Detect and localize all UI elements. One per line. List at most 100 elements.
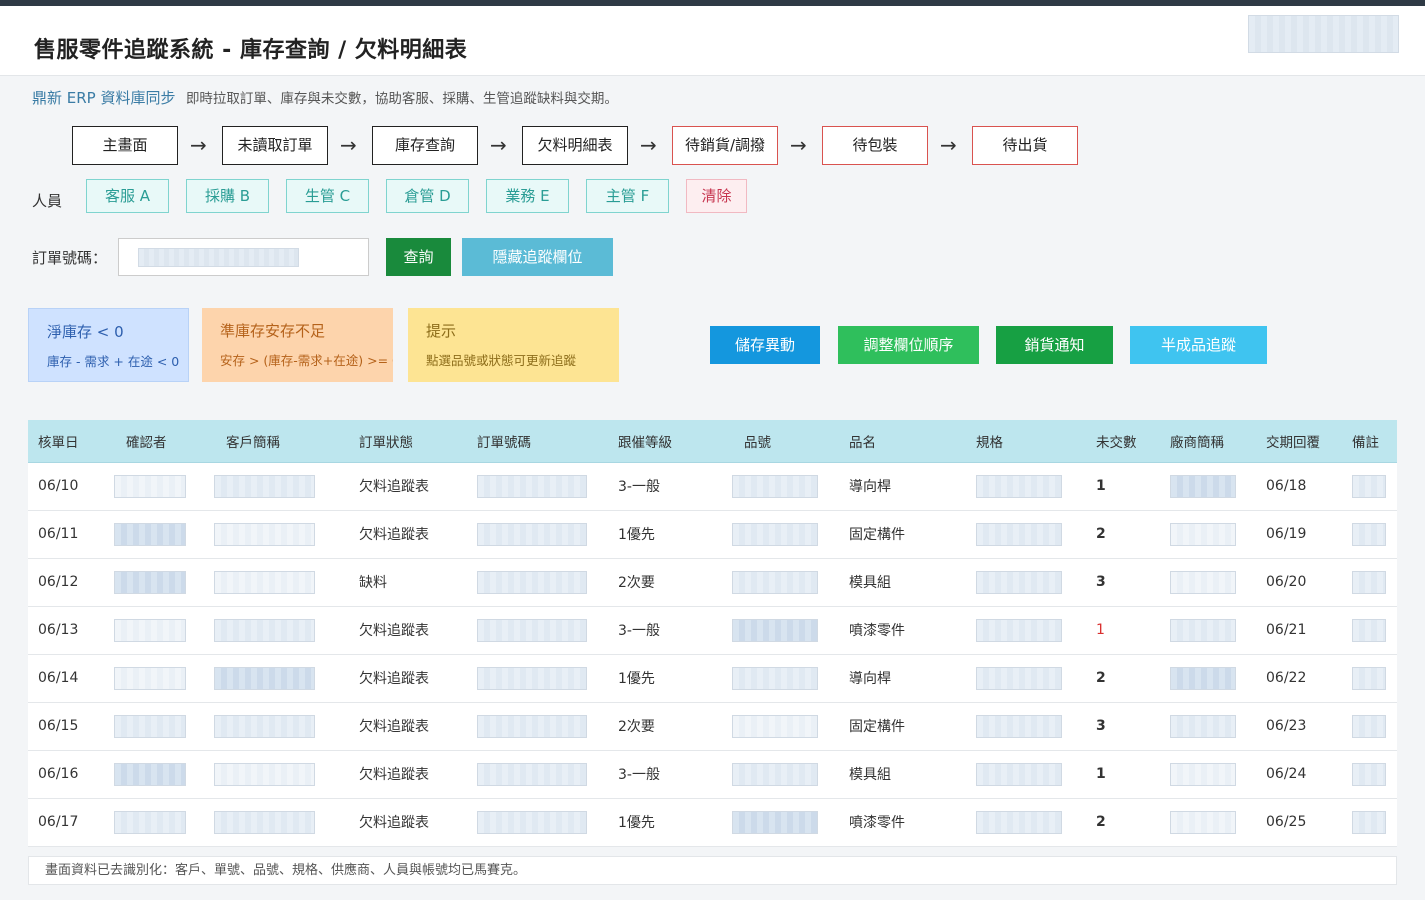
- staff-button-manager[interactable]: 主管 F: [586, 179, 669, 213]
- flow-step-pending-sales[interactable]: 待銷貨/調撥: [672, 126, 778, 165]
- cell-spec-masked[interactable]: [966, 702, 1086, 751]
- cell-order-status[interactable]: 欠料追蹤表: [349, 702, 467, 751]
- table-row[interactable]: 06/14 欠料追蹤表 1優先 導向桿 2 06/22: [28, 654, 1397, 703]
- cell-confirmer-masked[interactable]: [114, 702, 216, 751]
- cell-remark-masked[interactable]: [1342, 606, 1397, 655]
- cell-customer-masked[interactable]: [214, 654, 349, 703]
- column-header[interactable]: 交期回覆: [1256, 420, 1342, 463]
- user-account-masked[interactable]: [1248, 15, 1399, 53]
- cell-part-number-masked[interactable]: [732, 510, 839, 559]
- column-header[interactable]: 跟催等級: [608, 420, 734, 463]
- cell-customer-masked[interactable]: [214, 558, 349, 607]
- cell-vendor-masked[interactable]: [1160, 510, 1256, 559]
- cell-order-number-masked[interactable]: [467, 606, 608, 655]
- flow-step-shortage-list[interactable]: 欠料明細表: [522, 126, 628, 165]
- staff-button-production[interactable]: 生管 C: [286, 179, 369, 213]
- cell-remark-masked[interactable]: [1342, 510, 1397, 559]
- flow-step-main[interactable]: 主畫面: [72, 126, 178, 165]
- cell-customer-masked[interactable]: [214, 510, 349, 559]
- cell-remark-masked[interactable]: [1342, 798, 1397, 847]
- cell-order-status[interactable]: 欠料追蹤表: [349, 462, 467, 511]
- cell-confirmer-masked[interactable]: [114, 510, 216, 559]
- cell-spec-masked[interactable]: [966, 654, 1086, 703]
- table-row[interactable]: 06/17 欠料追蹤表 1優先 噴漆零件 2 06/25: [28, 798, 1397, 847]
- cell-part-number-masked[interactable]: [732, 606, 839, 655]
- cell-order-status[interactable]: 缺料: [349, 558, 467, 607]
- table-row[interactable]: 06/10 欠料追蹤表 3-一般 導向桿 1 06/18: [28, 462, 1397, 511]
- cell-order-status[interactable]: 欠料追蹤表: [349, 510, 467, 559]
- cell-vendor-masked[interactable]: [1160, 462, 1256, 511]
- column-header[interactable]: 客戶簡稱: [216, 420, 349, 463]
- cell-confirmer-masked[interactable]: [114, 558, 216, 607]
- cell-order-number-masked[interactable]: [467, 654, 608, 703]
- cell-customer-masked[interactable]: [214, 462, 349, 511]
- cell-part-number-masked[interactable]: [732, 798, 839, 847]
- cell-order-number-masked[interactable]: [467, 510, 608, 559]
- cell-vendor-masked[interactable]: [1160, 558, 1256, 607]
- table-row[interactable]: 06/12 缺料 2次要 模具組 3 06/20: [28, 558, 1397, 607]
- staff-clear-button[interactable]: 清除: [686, 179, 747, 213]
- cell-confirmer-masked[interactable]: [114, 462, 216, 511]
- sales-notice-button[interactable]: 銷貨通知: [996, 326, 1113, 364]
- column-header[interactable]: 核單日: [28, 420, 116, 463]
- cell-remark-masked[interactable]: [1342, 750, 1397, 799]
- cell-remark-masked[interactable]: [1342, 702, 1397, 751]
- column-header[interactable]: 未交數: [1086, 420, 1160, 463]
- cell-order-status[interactable]: 欠料追蹤表: [349, 798, 467, 847]
- table-row[interactable]: 06/11 欠料追蹤表 1優先 固定構件 2 06/19: [28, 510, 1397, 559]
- cell-part-number-masked[interactable]: [732, 702, 839, 751]
- cell-remark-masked[interactable]: [1342, 462, 1397, 511]
- cell-spec-masked[interactable]: [966, 462, 1086, 511]
- cell-customer-masked[interactable]: [214, 798, 349, 847]
- cell-order-status[interactable]: 欠料追蹤表: [349, 654, 467, 703]
- column-header[interactable]: 確認者: [116, 420, 216, 463]
- column-header[interactable]: 品號: [734, 420, 839, 463]
- save-changes-button[interactable]: 儲存異動: [710, 326, 820, 364]
- cell-vendor-masked[interactable]: [1160, 606, 1256, 655]
- query-button[interactable]: 查詢: [386, 238, 451, 276]
- flow-step-unread-orders[interactable]: 未讀取訂單: [222, 126, 328, 165]
- column-header[interactable]: 訂單狀態: [349, 420, 467, 463]
- semi-finished-tracking-button[interactable]: 半成品追蹤: [1130, 326, 1267, 364]
- column-header[interactable]: 備註: [1342, 420, 1397, 463]
- column-header[interactable]: 訂單號碼: [467, 420, 608, 463]
- cell-customer-masked[interactable]: [214, 606, 349, 655]
- order-number-input[interactable]: [118, 238, 369, 276]
- staff-button-warehouse[interactable]: 倉管 D: [386, 179, 469, 213]
- cell-order-number-masked[interactable]: [467, 798, 608, 847]
- staff-button-purchasing[interactable]: 採購 B: [186, 179, 269, 213]
- column-header[interactable]: 廠商簡稱: [1160, 420, 1256, 463]
- cell-vendor-masked[interactable]: [1160, 750, 1256, 799]
- cell-spec-masked[interactable]: [966, 510, 1086, 559]
- reorder-columns-button[interactable]: 調整欄位順序: [838, 326, 979, 364]
- cell-customer-masked[interactable]: [214, 750, 349, 799]
- cell-spec-masked[interactable]: [966, 798, 1086, 847]
- cell-remark-masked[interactable]: [1342, 654, 1397, 703]
- cell-spec-masked[interactable]: [966, 606, 1086, 655]
- table-row[interactable]: 06/15 欠料追蹤表 2次要 固定構件 3 06/23: [28, 702, 1397, 751]
- cell-vendor-masked[interactable]: [1160, 702, 1256, 751]
- cell-order-status[interactable]: 欠料追蹤表: [349, 606, 467, 655]
- cell-order-status[interactable]: 欠料追蹤表: [349, 750, 467, 799]
- cell-part-number-masked[interactable]: [732, 462, 839, 511]
- cell-remark-masked[interactable]: [1342, 558, 1397, 607]
- column-header[interactable]: 規格: [966, 420, 1086, 463]
- cell-confirmer-masked[interactable]: [114, 750, 216, 799]
- cell-spec-masked[interactable]: [966, 750, 1086, 799]
- cell-confirmer-masked[interactable]: [114, 798, 216, 847]
- cell-order-number-masked[interactable]: [467, 702, 608, 751]
- cell-confirmer-masked[interactable]: [114, 606, 216, 655]
- column-header[interactable]: 品名: [839, 420, 966, 463]
- flow-step-inventory[interactable]: 庫存查詢: [372, 126, 478, 165]
- cell-confirmer-masked[interactable]: [114, 654, 216, 703]
- cell-customer-masked[interactable]: [214, 702, 349, 751]
- cell-vendor-masked[interactable]: [1160, 798, 1256, 847]
- table-row[interactable]: 06/16 欠料追蹤表 3-一般 模具組 1 06/24: [28, 750, 1397, 799]
- cell-part-number-masked[interactable]: [732, 558, 839, 607]
- cell-order-number-masked[interactable]: [467, 750, 608, 799]
- staff-button-service[interactable]: 客服 A: [86, 179, 169, 213]
- hide-tracking-columns-button[interactable]: 隱藏追蹤欄位: [462, 238, 613, 276]
- flow-step-pending-shipping[interactable]: 待出貨: [972, 126, 1078, 165]
- cell-order-number-masked[interactable]: [467, 558, 608, 607]
- cell-part-number-masked[interactable]: [732, 750, 839, 799]
